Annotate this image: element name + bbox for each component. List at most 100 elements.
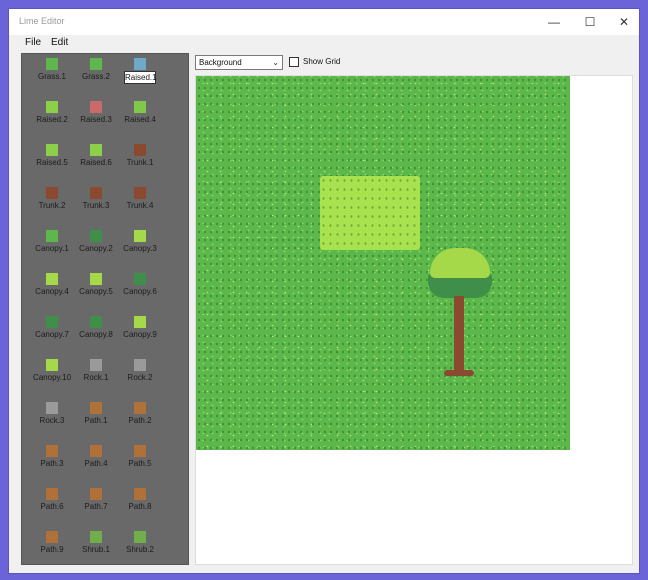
tile-palette: Grass.1 Grass.2 Raised.1 Raised.2 Raised.3 Ra… [21, 53, 189, 565]
app-window: Lime Editor — ☐ ✕ File Edit Grass.1 Grass… [8, 8, 640, 574]
tile-label: Path.1 [84, 416, 108, 425]
tile-icon [90, 273, 102, 285]
tile-icon [46, 531, 58, 543]
tile-icon [46, 58, 58, 70]
tile-button[interactable]: Path.1 [74, 400, 118, 438]
tile-label: Raised.3 [80, 115, 112, 124]
tile-button[interactable]: Canopy.10 [30, 357, 74, 395]
map-grass-layer[interactable] [196, 76, 570, 450]
tile-label: Canopy.3 [123, 244, 157, 253]
tree-roots [444, 370, 474, 376]
close-button[interactable]: ✕ [607, 9, 641, 35]
tile-label: Canopy.5 [79, 287, 113, 296]
toolbar: Background ⌄ Show Grid [195, 55, 595, 71]
tile-button[interactable]: Path.4 [74, 443, 118, 481]
tile-icon [134, 402, 146, 414]
tile-button[interactable]: Canopy.5 [74, 271, 118, 309]
tile-button[interactable]: Canopy.6 [118, 271, 162, 309]
tile-button[interactable]: Rock.3 [30, 400, 74, 438]
tile-icon [90, 101, 102, 113]
tile-icon [90, 402, 102, 414]
tile-button[interactable]: Raised.2 [30, 99, 74, 137]
tile-label: Canopy.8 [79, 330, 113, 339]
tile-icon [134, 531, 146, 543]
maximize-button[interactable]: ☐ [573, 9, 607, 35]
tile-icon [46, 445, 58, 457]
tile-button[interactable]: Shrub.1 [74, 529, 118, 564]
tile-button[interactable]: Path.7 [74, 486, 118, 524]
tile-button[interactable]: Trunk.2 [30, 185, 74, 223]
tile-button[interactable]: Rock.2 [118, 357, 162, 395]
menu-edit[interactable]: Edit [51, 37, 68, 48]
tile-button[interactable]: Trunk.1 [118, 142, 162, 180]
map-canvas[interactable] [195, 75, 633, 565]
tile-label: Canopy.9 [123, 330, 157, 339]
window-title: Lime Editor [19, 16, 65, 26]
tile-button[interactable]: Canopy.2 [74, 228, 118, 266]
tile-icon [90, 187, 102, 199]
tile-label: Trunk.3 [82, 201, 110, 210]
raised-grass-patch [320, 176, 420, 250]
tile-button[interactable]: Canopy.7 [30, 314, 74, 352]
tile-button[interactable]: Raised.5 [30, 142, 74, 180]
tile-label: Path.5 [128, 459, 152, 468]
tile-button[interactable]: Raised.4 [118, 99, 162, 137]
tile-button[interactable]: Path.2 [118, 400, 162, 438]
tile-button[interactable]: Canopy.1 [30, 228, 74, 266]
tile-button[interactable]: Canopy.4 [30, 271, 74, 309]
tile-button[interactable]: Grass.2 [74, 56, 118, 94]
layer-select[interactable]: Background ⌄ [195, 55, 283, 70]
menu-file[interactable]: File [25, 37, 41, 48]
tile-label: Trunk.2 [38, 201, 66, 210]
tile-label: Grass.1 [37, 72, 66, 81]
tile-button[interactable]: Raised.3 [74, 99, 118, 137]
tile-button[interactable]: Trunk.4 [118, 185, 162, 223]
tile-icon [90, 488, 102, 500]
tile-button[interactable]: Grass.1 [30, 56, 74, 94]
tile-icon [134, 488, 146, 500]
title-bar: Lime Editor — ☐ ✕ [9, 9, 639, 35]
tile-button[interactable]: Path.9 [30, 529, 74, 564]
tile-icon [90, 144, 102, 156]
tile-button[interactable]: Canopy.8 [74, 314, 118, 352]
tile-icon [134, 273, 146, 285]
tile-icon [46, 488, 58, 500]
tile-button[interactable]: Raised.6 [74, 142, 118, 180]
tile-button[interactable]: Trunk.3 [74, 185, 118, 223]
tile-label: Canopy.10 [32, 373, 72, 382]
tile-label: Shrub.2 [125, 545, 155, 554]
tile-icon [46, 230, 58, 242]
tile-button[interactable]: Path.3 [30, 443, 74, 481]
menu-bar: File Edit [9, 35, 639, 51]
tile-button[interactable]: Canopy.3 [118, 228, 162, 266]
tile-icon [134, 316, 146, 328]
tile-button[interactable]: Rock.1 [74, 357, 118, 395]
tile-label: Rock.1 [83, 373, 109, 382]
minimize-button[interactable]: — [537, 9, 571, 35]
tile-button[interactable]: Path.6 [30, 486, 74, 524]
tile-label: Path.3 [40, 459, 64, 468]
tile-label: Raised.1 [124, 71, 157, 84]
tile-label: Canopy.6 [123, 287, 157, 296]
tile-button[interactable]: Canopy.9 [118, 314, 162, 352]
tile-button[interactable]: Path.5 [118, 443, 162, 481]
show-grid-label: Show Grid [303, 57, 341, 66]
tile-icon [46, 316, 58, 328]
tile-icon [134, 445, 146, 457]
tile-label: Raised.6 [80, 158, 112, 167]
tile-label: Path.4 [84, 459, 108, 468]
tile-label: Canopy.7 [35, 330, 69, 339]
tile-icon [46, 101, 58, 113]
tile-label: Canopy.4 [35, 287, 69, 296]
tile-button[interactable]: Shrub.2 [118, 529, 162, 564]
tile-icon [90, 445, 102, 457]
tile-label: Shrub.1 [81, 545, 111, 554]
tile-label: Rock.3 [39, 416, 65, 425]
tile-button[interactable]: Path.8 [118, 486, 162, 524]
tile-label: Raised.4 [124, 115, 156, 124]
tree-sprite [428, 248, 492, 378]
tile-icon [46, 359, 58, 371]
tile-button[interactable]: Raised.1 [118, 56, 162, 94]
show-grid-checkbox[interactable] [289, 57, 299, 67]
tile-label: Trunk.4 [126, 201, 154, 210]
